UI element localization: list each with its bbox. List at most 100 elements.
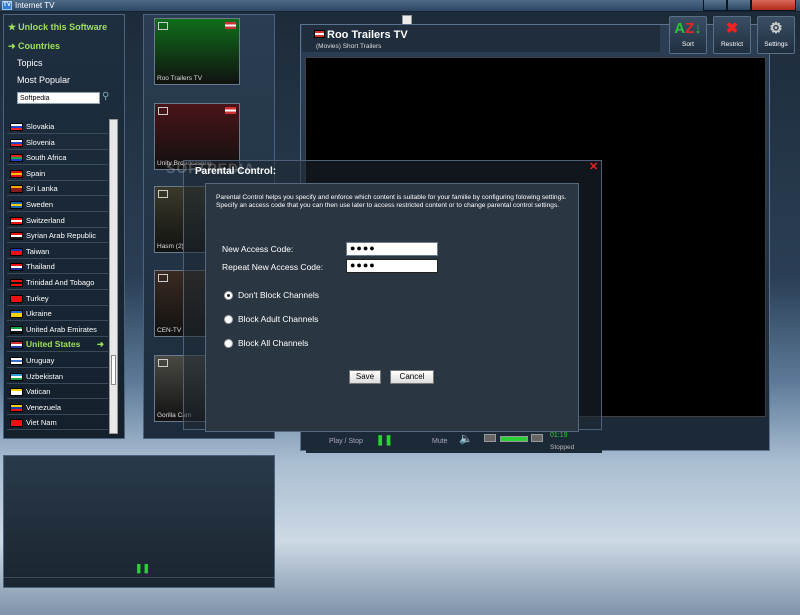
list-item[interactable]: Vatican	[7, 384, 108, 400]
arrow-icon: ➜	[96, 339, 104, 350]
radio-label[interactable]: Don't Block Channels	[238, 290, 319, 300]
country-name: Syrian Arab Republic	[26, 231, 97, 241]
country-name: Sri Lanka	[26, 184, 58, 194]
search-icon[interactable]: ⚲	[102, 91, 118, 104]
sidebar-item-most-popular[interactable]: Most Popular	[17, 75, 70, 85]
list-item[interactable]: Turkey	[7, 291, 108, 306]
minimize-button[interactable]	[703, 0, 727, 11]
cancel-button[interactable]: Cancel	[390, 370, 434, 384]
flag-icon	[10, 216, 23, 225]
preview-panel: ❚❚	[3, 455, 275, 588]
volume-down-button[interactable]	[484, 434, 496, 442]
flag-icon	[10, 294, 23, 303]
country-name: Slovakia	[26, 122, 55, 131]
search-input[interactable]	[17, 92, 100, 104]
radio-label[interactable]: Block All Channels	[238, 338, 308, 348]
preview-pause-icon[interactable]: ❚❚	[135, 563, 150, 574]
country-name: Taiwan	[26, 246, 50, 256]
us-flag-icon	[225, 22, 236, 29]
flag-icon	[10, 154, 23, 163]
radio-button[interactable]	[224, 339, 233, 348]
list-item[interactable]: Syrian Arab Republic	[7, 228, 108, 244]
radio-button[interactable]	[224, 315, 233, 324]
flag-icon	[10, 419, 23, 428]
volume-bar[interactable]	[500, 436, 528, 442]
list-item[interactable]: Uruguay	[7, 353, 108, 368]
sidebar-item-countries[interactable]: ➜ Countries	[8, 41, 60, 52]
mute-label[interactable]: Mute	[432, 438, 448, 445]
watermark-text: SOFTPEDIA	[166, 160, 256, 176]
tv-icon	[158, 107, 168, 115]
country-name: Thailand	[26, 262, 55, 272]
sidebar-item-topics[interactable]: Topics	[17, 58, 43, 68]
list-item[interactable]: Viet Nam	[7, 415, 108, 431]
list-item[interactable]: Uzbekistan	[7, 369, 108, 384]
play-stop-label[interactable]: Play / Stop	[329, 438, 363, 445]
repeat-access-code-field[interactable]: ●●●●	[346, 259, 438, 273]
country-list-scrollbar[interactable]	[109, 119, 118, 434]
list-item[interactable]: Spain	[7, 166, 108, 181]
status-text: Stopped	[550, 444, 575, 451]
channel-name: Roo Trailers TV	[157, 75, 203, 82]
sort-button[interactable]: AZ↓ Sort	[669, 16, 707, 54]
flag-icon	[10, 310, 23, 319]
channel-thumbnail[interactable]: Roo Trailers TV	[154, 18, 240, 85]
list-item[interactable]: Taiwan	[7, 244, 108, 259]
list-item[interactable]: South Africa	[7, 150, 108, 166]
list-item[interactable]: Sri Lanka	[7, 181, 108, 197]
country-list: Slovakia Slovenia South Africa Spain Sri Lan…	[7, 119, 108, 434]
save-button[interactable]: Save	[349, 370, 381, 384]
tv-icon	[158, 22, 168, 30]
dialog-description: Parental Control helps you specify and e…	[216, 194, 567, 209]
flag-icon	[10, 201, 23, 209]
flag-icon	[10, 341, 23, 350]
unlock-software-link[interactable]: ★ Unlock this Software	[8, 22, 107, 33]
pause-icon[interactable]: ❚❚	[376, 435, 393, 446]
time-display: 01:19	[550, 432, 568, 439]
country-name: Uruguay	[26, 356, 55, 365]
flag-icon	[10, 247, 23, 256]
flag-icon	[10, 185, 23, 194]
country-name: South Africa	[26, 153, 67, 163]
settings-label: Settings	[764, 41, 788, 48]
speaker-icon[interactable]: 🔈	[459, 432, 473, 445]
list-item[interactable]: Trinidad And Tobago	[7, 275, 108, 290]
list-item[interactable]: Slovakia	[7, 119, 108, 134]
volume-up-button[interactable]	[531, 434, 543, 442]
list-item[interactable]: Thailand	[7, 259, 108, 275]
channel-name: CEN-TV	[157, 327, 182, 334]
list-item[interactable]: Ukraine	[7, 306, 108, 322]
list-item[interactable]: Slovenia	[7, 135, 108, 150]
close-window-button[interactable]	[751, 0, 796, 11]
flag-icon	[10, 263, 23, 272]
radio-label[interactable]: Block Adult Channels	[238, 314, 318, 324]
star-icon: ★	[8, 22, 17, 32]
list-item[interactable]: United Arab Emirates	[7, 322, 108, 337]
country-name: Ukraine	[26, 309, 52, 319]
radio-button[interactable]	[224, 291, 233, 300]
close-icon[interactable]: ✕	[589, 160, 598, 173]
country-name: Uzbekistan	[26, 371, 64, 381]
country-name: Slovenia	[26, 137, 55, 147]
country-name: Turkey	[26, 293, 49, 303]
flag-icon	[10, 138, 23, 147]
list-item[interactable]: Venezuela	[7, 400, 108, 415]
channel-name: Hasm (2)	[157, 243, 184, 250]
settings-button[interactable]: ⚙ Settings	[757, 16, 795, 54]
unlock-label: Unlock this Software	[18, 22, 108, 32]
list-item[interactable]: Switzerland	[7, 213, 108, 228]
country-name: Vatican	[26, 387, 51, 397]
restrict-label: Restrict	[720, 41, 744, 48]
list-item[interactable]: United States ➜	[7, 337, 108, 353]
new-access-code-field[interactable]: ●●●●	[346, 242, 438, 256]
restrict-button[interactable]: ✖ Restrict	[713, 16, 751, 54]
country-name: Venezuela	[26, 402, 62, 412]
scroll-thumb[interactable]	[111, 355, 116, 385]
tv-icon	[158, 190, 168, 198]
country-name: United States	[26, 339, 81, 350]
window-title: Internet TV	[15, 1, 55, 10]
channel-subtitle: (Movies) Short Trailers	[316, 43, 382, 50]
list-item[interactable]: Sweden	[7, 197, 108, 212]
maximize-button[interactable]	[727, 0, 751, 11]
countries-label: Countries	[18, 41, 61, 51]
